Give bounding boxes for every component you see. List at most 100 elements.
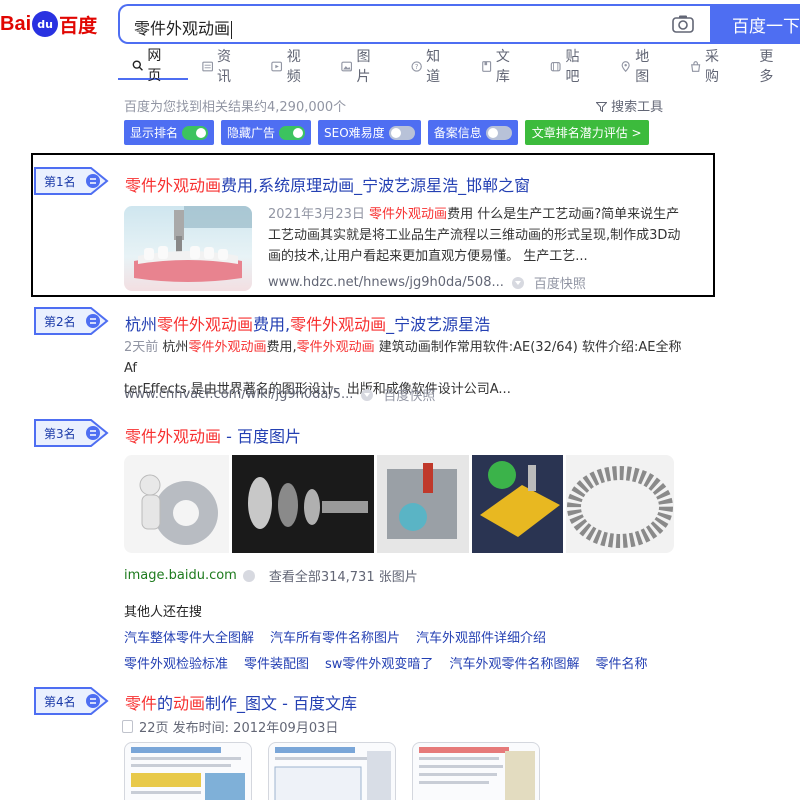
tab-label: 资讯 [217, 49, 232, 85]
title-highlight: 零件外观动画 [290, 315, 387, 334]
snippet-text: 画的技术,让用户看起来更加直观方便易懂。 生产工艺... [268, 249, 588, 264]
tab-video[interactable]: 视频 [257, 49, 327, 85]
doc-thumbnails [124, 742, 540, 800]
search-button[interactable]: 百度一下 [710, 4, 800, 44]
search-tabs: 网页 资讯 视频 图片 ? 知道 文库 贴吧 地图 采购 更多 [118, 48, 800, 85]
title-highlight: 零件外观动画 [157, 315, 254, 334]
doc-page-image [419, 747, 535, 800]
related-search-link[interactable]: 汽车外观零件名称图解 [449, 653, 579, 672]
image-yellow-assembly[interactable] [472, 455, 563, 553]
rank-label: 第1名 [44, 175, 76, 189]
logo-text: Bai [0, 12, 32, 35]
tab-label: 网页 [147, 48, 162, 84]
related-search-link[interactable]: 汽车外观部件详细介绍 [416, 627, 546, 646]
pill-hide-ads[interactable]: 隐藏广告 [221, 120, 312, 145]
result-count: 百度为您找到相关结果约4,290,000个 [124, 100, 347, 115]
result-url-line: www.hdzc.net/hnews/jg9h0da/508... 百度快照 [268, 273, 586, 292]
result-title[interactable]: 杭州零件外观动画费用,零件外观动画_宁波艺源星浩 [125, 311, 490, 335]
result-url[interactable]: www.hdzc.net/hnews/jg9h0da/508... [268, 275, 504, 290]
tab-wenku[interactable]: 文库 [467, 49, 537, 85]
baidu-logo[interactable]: Bai du 百度 [0, 6, 97, 42]
snippet-highlight: 零件外观动画 [296, 340, 375, 355]
doc-icon [481, 60, 491, 72]
doc-meta: 22页 发布时间: 2012年09月03日 [122, 717, 338, 736]
pill-show-rank[interactable]: 显示排名 [124, 120, 215, 145]
pill-ranking-potential[interactable]: 文章排名潜力评估 > [524, 120, 649, 145]
map-icon [621, 60, 630, 72]
toggle-switch[interactable] [182, 125, 209, 140]
image-strip [124, 455, 674, 553]
result-url[interactable]: www.cnhvacr.com/wiki/jg9h0da/5... [124, 387, 353, 402]
logo-text-cn: 百度 [59, 14, 98, 37]
dropdown-icon[interactable] [242, 569, 255, 582]
title-highlight: 动画 [173, 694, 206, 713]
tab-label: 贴吧 [565, 49, 580, 85]
doc-page-thumbnail[interactable] [268, 742, 396, 800]
tab-tieba[interactable]: 贴吧 [536, 49, 606, 85]
image-gear-figure[interactable] [124, 455, 229, 553]
pill-seo-difficulty[interactable]: SEO难易度 [318, 120, 421, 145]
related-search-link[interactable]: 汽车所有零件名称图片 [270, 627, 400, 646]
rank-label: 第4名 [44, 695, 76, 709]
pill-label: 隐藏广告 [227, 126, 276, 140]
tab-purchase[interactable]: 采购 [676, 49, 746, 85]
doc-meta-text: 22页 发布时间: 2012年09月03日 [139, 721, 339, 736]
pill-label: SEO难易度 [324, 126, 385, 140]
dropdown-icon[interactable] [361, 388, 374, 401]
filter-icon [595, 102, 608, 113]
search-tools-button[interactable]: 搜索工具 [595, 96, 663, 115]
toggle-switch[interactable] [485, 125, 512, 140]
tab-news[interactable]: 资讯 [188, 49, 258, 85]
header: Bai du 百度 零件外观动画 百度一下 [0, 0, 800, 48]
video-icon [271, 61, 283, 71]
pill-icp-info[interactable]: 备案信息 [427, 120, 518, 145]
rank-badge: 第2名 [31, 307, 109, 335]
related-search-link[interactable]: 汽车整体零件大全图解 [124, 627, 254, 646]
rank-badge: 第1名 [31, 167, 109, 195]
doc-page-thumbnail[interactable] [412, 742, 540, 800]
related-search-link[interactable]: 零件名称 [595, 653, 647, 672]
search-input[interactable]: 零件外观动画 [118, 4, 710, 44]
snippet-highlight: 零件外观动画 [188, 340, 267, 355]
dropdown-icon[interactable] [511, 276, 524, 289]
image-source-link[interactable]: image.baidu.com [124, 568, 237, 583]
toggle-switch[interactable] [388, 125, 415, 140]
related-search-link[interactable]: sw零件外观变暗了 [325, 653, 433, 672]
news-icon [202, 61, 213, 71]
tab-zhidao[interactable]: ? 知道 [397, 49, 467, 85]
snapshot-link[interactable]: 百度快照 [534, 273, 586, 292]
title-text: 制作_图文 - 百度文库 [205, 694, 357, 713]
doc-page-thumbnail[interactable] [124, 742, 252, 800]
search-icon [132, 59, 143, 71]
snippet-text: 杭州 [162, 340, 189, 355]
pill-label: 文章排名潜力评估 > [531, 126, 642, 140]
tab-label: 知道 [426, 49, 441, 85]
tab-label: 更多 [759, 49, 774, 85]
related-search-link[interactable]: 零件外观检验标准 [124, 653, 228, 672]
search-query: 零件外观动画 [134, 19, 231, 38]
pill-label: 显示排名 [130, 126, 179, 140]
tab-image[interactable]: 图片 [327, 49, 397, 85]
title-highlight: 零件外观动画 [125, 176, 222, 195]
tab-web[interactable]: 网页 [118, 48, 188, 84]
result-thumbnail[interactable] [124, 206, 252, 291]
tab-map[interactable]: 地图 [606, 49, 676, 85]
related-search-link[interactable]: 零件装配图 [244, 653, 309, 672]
snippet-date: 2021年3月23日 [268, 207, 365, 222]
snapshot-link[interactable]: 百度快照 [383, 385, 435, 404]
image-gearbox[interactable] [377, 455, 469, 553]
camera-icon[interactable] [672, 14, 694, 34]
pill-label: 备案信息 [433, 126, 482, 140]
result-title[interactable]: 零件外观动画费用,系统原理动画_宁波艺源星浩_邯郸之窗 [125, 172, 530, 196]
snippet-date: 2天前 [124, 340, 159, 355]
tab-label: 图片 [356, 49, 371, 85]
image-exploded-parts[interactable] [232, 455, 374, 553]
question-icon: ? [411, 60, 422, 72]
toggle-switch[interactable] [279, 125, 306, 140]
image-bevel-gear[interactable] [566, 455, 674, 553]
view-all-images-link[interactable]: 查看全部314,731 张图片 [269, 566, 418, 585]
result-title[interactable]: 零件的动画制作_图文 - 百度文库 [125, 690, 357, 714]
result-title[interactable]: 零件外观动画 - 百度图片 [125, 423, 301, 447]
rank-label: 第2名 [44, 315, 76, 329]
tab-more[interactable]: 更多 [745, 49, 800, 85]
